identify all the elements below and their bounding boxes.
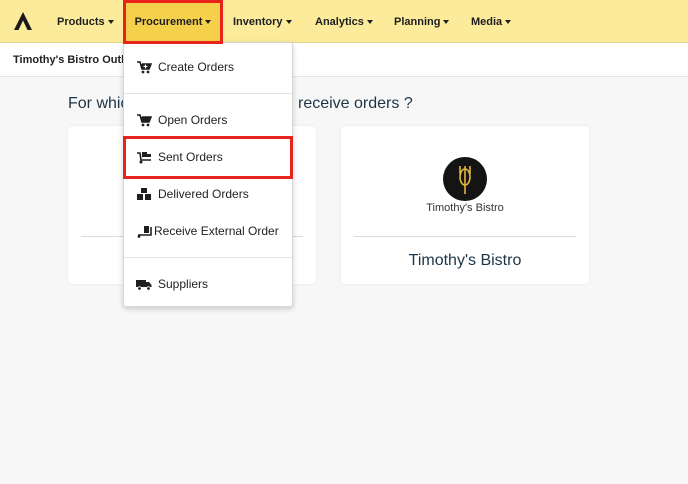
dolly-icon	[136, 150, 152, 164]
dolly-flatbed-icon	[136, 224, 152, 238]
menu-item-label: Sent Orders	[158, 150, 223, 164]
app-logo-icon[interactable]	[13, 11, 33, 31]
procurement-dropdown: Create Orders Open Orders Sent Orders De…	[123, 42, 293, 307]
nav-products[interactable]: Products	[57, 0, 114, 43]
boxes-icon	[136, 187, 152, 201]
caret-down-icon	[505, 19, 512, 24]
menu-item-suppliers[interactable]: Suppliers	[124, 272, 292, 296]
card-divider	[354, 236, 576, 237]
card-name: Timothy's Bistro	[408, 252, 522, 269]
bistro-logo-text: Timothy's Bistro	[426, 202, 504, 214]
question-text-start: For whic	[68, 95, 129, 112]
nav-procurement-label: Procurement	[134, 15, 203, 28]
nav-media[interactable]: Media	[471, 0, 512, 43]
caret-down-icon	[107, 19, 114, 24]
menu-item-label: Open Orders	[158, 113, 228, 127]
menu-item-sent-orders[interactable]: Sent Orders	[124, 145, 292, 169]
menu-item-label: Suppliers	[158, 277, 209, 291]
menu-item-open-orders[interactable]: Open Orders	[124, 108, 292, 132]
menu-divider	[124, 93, 292, 94]
outlet-name[interactable]: Timothy's Bistro Outlet	[13, 54, 123, 66]
menu-item-label: Delivered Orders	[158, 187, 249, 201]
caret-down-icon	[366, 19, 373, 24]
nav-inventory[interactable]: Inventory	[233, 0, 292, 43]
cart-icon	[136, 113, 152, 127]
cart-plus-icon	[136, 60, 152, 74]
nav-analytics[interactable]: Analytics	[315, 0, 373, 43]
caret-down-icon	[205, 19, 212, 24]
truck-icon	[136, 277, 152, 291]
nav-planning[interactable]: Planning	[394, 0, 450, 43]
caret-down-icon	[285, 19, 292, 24]
menu-divider	[124, 257, 292, 258]
menu-item-label: Receive External Order	[154, 224, 279, 238]
menu-item-delivered-orders[interactable]: Delivered Orders	[124, 182, 292, 206]
nav-inventory-label: Inventory	[233, 15, 283, 28]
question-text-end: receive orders ?	[298, 95, 413, 112]
bistro-logo	[443, 157, 487, 201]
menu-item-label: Create Orders	[158, 60, 235, 74]
menu-item-receive-external-order[interactable]: Receive External Order	[124, 219, 292, 243]
outlet-card-timothys-bistro[interactable]: Timothy's Bistro Timothy's Bistro	[341, 126, 589, 284]
nav-analytics-label: Analytics	[315, 15, 364, 28]
menu-item-create-orders[interactable]: Create Orders	[124, 55, 292, 79]
nav-media-label: Media	[471, 15, 503, 28]
nav-planning-label: Planning	[394, 15, 441, 28]
caret-down-icon	[443, 19, 450, 24]
fork-logo-icon	[459, 166, 471, 194]
nav-procurement[interactable]: Procurement	[125, 0, 221, 43]
nav-products-label: Products	[57, 15, 105, 28]
